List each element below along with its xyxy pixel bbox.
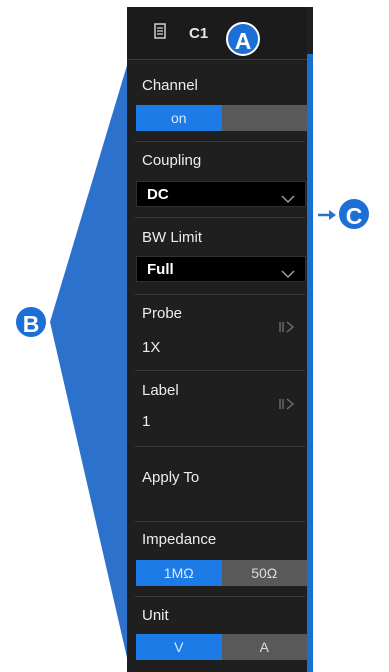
submenu-arrow-icon [277, 397, 297, 414]
arrow-right-icon [317, 208, 337, 226]
impedance-50ohm-option[interactable]: 50Ω [221, 560, 307, 586]
bw-limit-label: BW Limit [142, 229, 202, 246]
divider [135, 521, 305, 522]
probe-label: Probe [142, 305, 183, 322]
channel-on-option[interactable]: on [136, 105, 222, 131]
channel-settings-panel: C1 Channel on Coupling DC BW Limit Full … [127, 7, 313, 672]
divider [135, 294, 305, 295]
impedance-toggle[interactable]: 1MΩ 50Ω [136, 560, 307, 586]
channel-off-option[interactable] [221, 105, 307, 131]
divider [135, 217, 305, 218]
panel-highlight-edge [307, 54, 313, 672]
bw-limit-dropdown[interactable]: Full [136, 256, 306, 282]
label-field-value: 1 [142, 413, 151, 430]
channel-toggle[interactable]: on [136, 105, 307, 131]
apply-to-button[interactable]: Apply To [142, 469, 199, 486]
impedance-1mohm-option[interactable]: 1MΩ [136, 560, 222, 586]
submenu-arrow-icon [277, 320, 297, 337]
coupling-label: Coupling [142, 152, 202, 169]
divider [135, 141, 305, 142]
panel-header: C1 [127, 7, 307, 60]
coupling-dropdown[interactable]: DC [136, 181, 306, 207]
callout-c: C [337, 197, 371, 231]
unit-v-option[interactable]: V [136, 634, 222, 660]
coupling-value: DC [147, 186, 169, 203]
unit-label: Unit [142, 607, 169, 624]
unit-a-option[interactable]: A [221, 634, 307, 660]
document-icon[interactable] [154, 23, 166, 44]
divider [135, 370, 305, 371]
unit-toggle[interactable]: V A [136, 634, 307, 660]
callout-a: A [226, 22, 260, 56]
channel-title: C1 [189, 25, 209, 42]
impedance-label: Impedance [142, 531, 217, 548]
channel-label: Channel [142, 77, 198, 94]
callout-b: B [14, 305, 48, 339]
divider [135, 596, 305, 597]
chevron-down-icon [281, 265, 295, 283]
chevron-down-icon [281, 190, 295, 208]
bw-limit-value: Full [147, 261, 174, 278]
probe-value: 1X [142, 339, 161, 356]
label-field-label: Label [142, 382, 179, 399]
divider [135, 446, 305, 447]
